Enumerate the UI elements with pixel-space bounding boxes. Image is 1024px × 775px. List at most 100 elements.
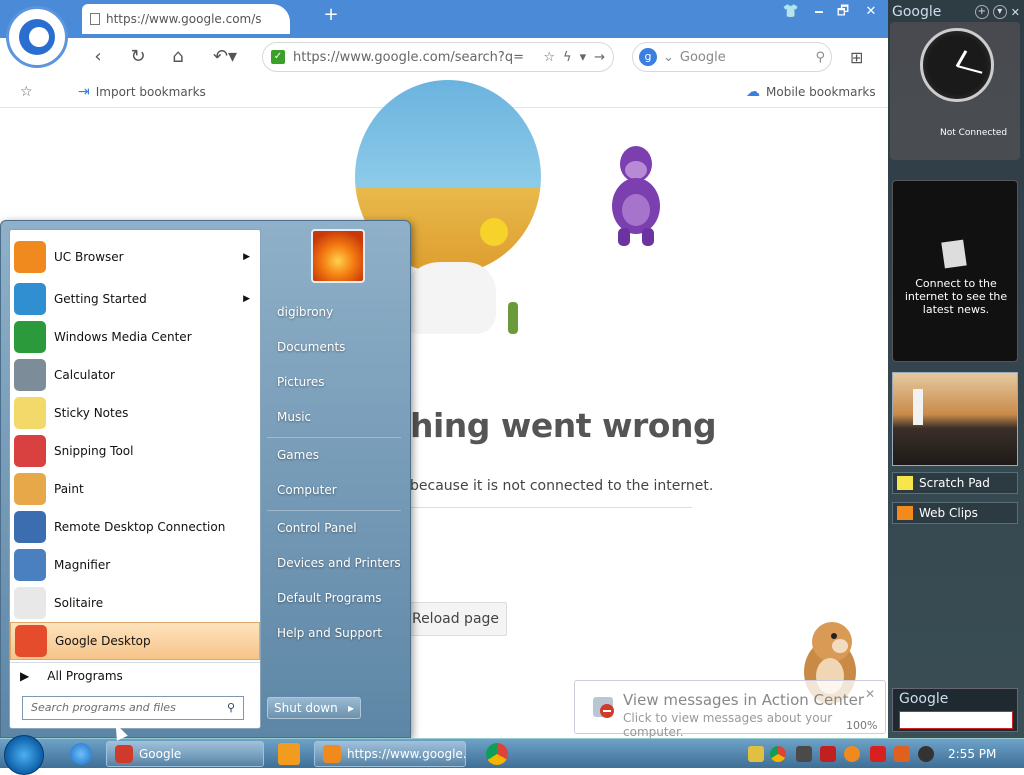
address-input[interactable]: https://www.google.com/search?q= [293,50,535,65]
remote-desktop-icon [14,511,46,543]
search-input[interactable]: Google [680,50,810,65]
start-link-user[interactable]: digibrony [277,305,333,319]
google-window-icon [115,745,133,763]
web-clips-gadget[interactable]: Web Clips [892,502,1018,524]
program-item[interactable]: Google Desktop [10,622,260,660]
sidebar-search-input[interactable] [899,711,1013,729]
maximize-button[interactable]: 🗗 [832,4,854,20]
minimize-button[interactable]: 🗕 [808,4,830,20]
home-icon[interactable]: ⌂ [166,46,190,68]
calculator-icon [14,359,46,391]
submenu-arrow-icon[interactable]: ▶ [243,294,250,304]
start-link-pictures[interactable]: Pictures [277,375,325,389]
reload-page-button[interactable]: Reload page [404,602,507,636]
browser-tab[interactable]: https://www.google.com/s [82,4,290,34]
zoom-level[interactable]: 100% [846,719,877,732]
news-message: Connect to the internet to see the lates… [904,277,1008,316]
search-box[interactable]: g ⌄ Google ⚲ [632,42,832,72]
media-player-icon[interactable] [278,743,300,765]
tray-search-icon[interactable] [844,746,860,762]
news-gadget[interactable]: Connect to the internet to see the lates… [892,180,1018,362]
start-link-devices-printers[interactable]: Devices and Printers [277,556,401,570]
media-center-icon [14,321,46,353]
magnifier-icon [14,549,46,581]
start-link-games[interactable]: Games [277,448,319,462]
chrome-icon[interactable] [486,743,508,765]
taskbar-uc-label: https://www.google.... [347,747,466,761]
program-label: Magnifier [54,558,111,572]
program-label: Google Desktop [55,634,151,648]
start-link-control-panel[interactable]: Control Panel [277,521,357,535]
refresh-icon[interactable]: ↻ [126,46,150,68]
notification-close-icon[interactable]: ✕ [865,687,875,701]
program-item[interactable]: Paint [10,470,260,508]
tray-tools-icon[interactable] [796,746,812,762]
clock-time[interactable]: 2:55 PM [948,747,996,761]
favorite-star-icon[interactable]: ☆ [543,50,555,65]
program-item[interactable]: Sticky Notes [10,394,260,432]
program-item[interactable]: Calculator [10,356,260,394]
clock-gadget[interactable] [890,22,1020,160]
start-link-music[interactable]: Music [277,410,311,424]
google-engine-icon[interactable]: g [639,48,657,66]
uc-browser-logo[interactable] [6,6,68,68]
program-item[interactable]: Magnifier [10,546,260,584]
bonzi-gorilla-icon[interactable] [600,140,672,248]
dropdown-icon[interactable]: ▾ [580,50,587,65]
address-bar[interactable]: ✓ https://www.google.com/search?q= ☆ ϟ ▾… [262,42,614,72]
start-link-help-support[interactable]: Help and Support [277,626,382,640]
sidebar-menu-icon[interactable]: ▾ [992,5,1007,19]
tray-google-icon[interactable] [770,746,786,762]
program-item[interactable]: Snipping Tool [10,432,260,470]
sidebar-search-gadget: Google [892,688,1018,732]
start-button[interactable] [4,735,44,775]
new-tab-button[interactable]: + [320,4,342,28]
skin-icon[interactable]: 👕 [780,4,802,20]
close-button[interactable]: ✕ [860,4,882,20]
start-link-default-programs[interactable]: Default Programs [277,591,382,605]
internet-explorer-icon[interactable] [70,743,92,765]
add-gadget-icon[interactable]: + [974,5,989,19]
user-avatar[interactable] [311,229,365,283]
magnifier-search-icon[interactable]: ⚲ [227,701,235,715]
all-programs-button[interactable]: ▶ All Programs [10,662,260,688]
tray-volume-icon[interactable] [918,746,934,762]
undo-icon[interactable]: ↶▾ [208,46,242,68]
tray-flag-icon[interactable] [870,746,886,762]
action-center-notification[interactable]: View messages in Action Center Click to … [574,680,886,739]
program-label: Sticky Notes [54,406,129,420]
photo-gadget[interactable] [892,372,1018,466]
triangle-right-icon: ▶ [20,668,30,683]
lightning-icon[interactable]: ϟ [563,50,572,65]
taskbar-google-window[interactable]: Google [106,741,264,767]
tray-monitor-icon[interactable] [894,746,910,762]
program-item[interactable]: UC Browser ▶ [10,238,260,276]
bookmark-star-icon[interactable]: ☆ [20,84,33,100]
shutdown-options-icon[interactable]: ▸ [348,701,354,715]
program-label: UC Browser [54,250,124,264]
apps-grid-icon[interactable]: ⊞ [850,48,870,67]
mobile-bookmarks-link[interactable]: ☁ Mobile bookmarks [746,84,876,100]
back-icon[interactable]: ‹ [86,46,110,68]
search-icon[interactable]: ⚲ [815,50,825,65]
go-arrow-icon[interactable]: → [594,50,605,65]
tray-checkmark-icon[interactable] [820,746,836,762]
shutdown-button[interactable]: Shut down ▸ [267,697,361,719]
program-item[interactable]: Solitaire [10,584,260,622]
uc-logo-inner [29,27,49,47]
program-item[interactable]: Remote Desktop Connection [10,508,260,546]
start-link-documents[interactable]: Documents [277,340,345,354]
program-item[interactable]: Getting Started ▶ [10,280,260,318]
search-programs-input[interactable]: Search programs and files ⚲ [22,696,244,720]
tray-fan-icon[interactable] [748,746,764,762]
search-programs-placeholder: Search programs and files [31,701,176,714]
sidebar-close-icon[interactable]: ✕ [1011,6,1020,19]
engine-dropdown-icon[interactable]: ⌄ [663,50,674,65]
taskbar-uc-browser-window[interactable]: https://www.google.... [314,741,466,767]
import-bookmarks-link[interactable]: ⇥ Import bookmarks [78,84,206,100]
submenu-arrow-icon[interactable]: ▶ [243,252,250,262]
scratch-pad-gadget[interactable]: Scratch Pad [892,472,1018,494]
program-item[interactable]: Windows Media Center [10,318,260,356]
start-link-computer[interactable]: Computer [277,483,337,497]
scratch-pad-icon [897,476,913,490]
